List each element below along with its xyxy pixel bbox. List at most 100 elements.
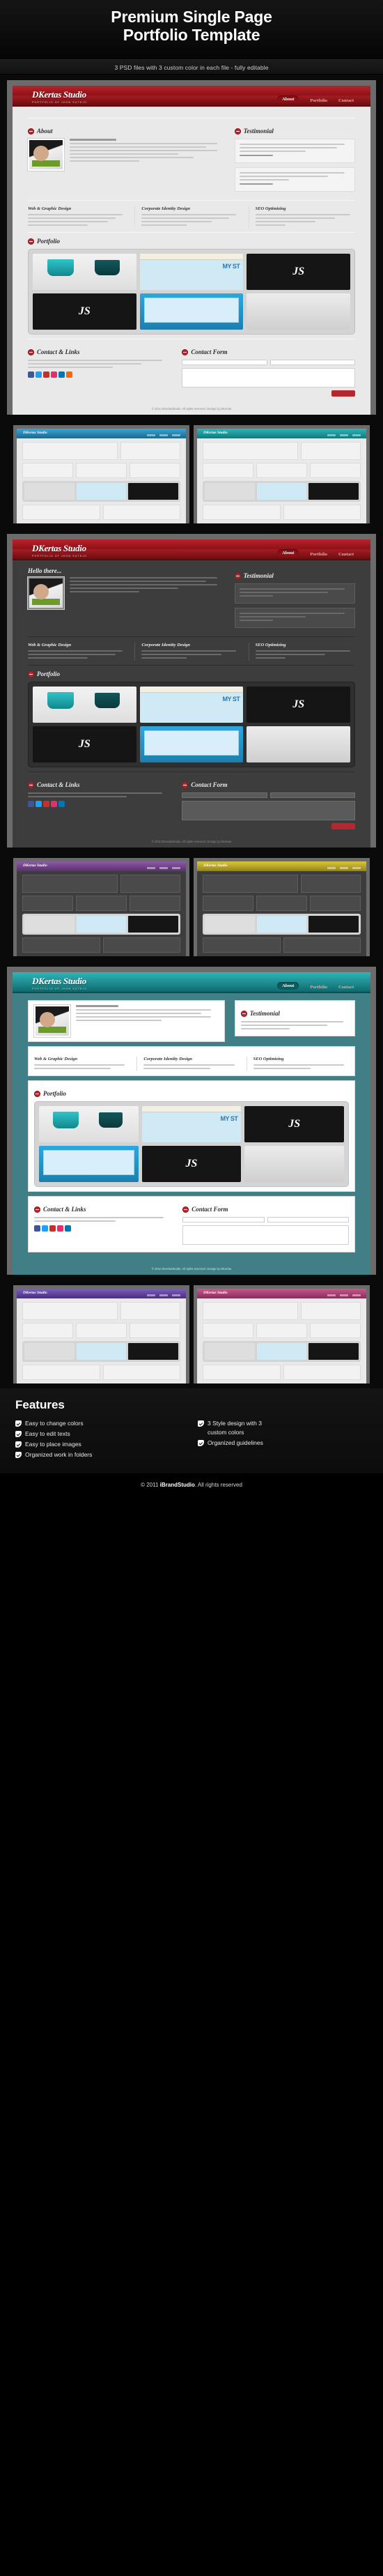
message-field[interactable] <box>182 801 355 820</box>
nav-item-about[interactable]: About <box>277 95 299 103</box>
email-field[interactable] <box>267 1217 350 1222</box>
portfolio-thumb-site[interactable]: MY ST <box>139 687 244 723</box>
service-item: SEO Optimizing <box>248 643 355 661</box>
rss-icon[interactable] <box>66 371 72 378</box>
template-footer-note: © 2011 DKertasStudio. All rights reserve… <box>151 1267 232 1271</box>
portfolio-thumb-dark[interactable]: JS <box>141 1146 242 1182</box>
name-field[interactable] <box>182 1217 265 1222</box>
template-canvas: About Testimonial Web & Graphic Design C… <box>13 107 370 402</box>
feature-label: Easy to change colors <box>25 1420 84 1427</box>
facebook-icon[interactable] <box>34 1225 40 1232</box>
youtube-icon[interactable] <box>43 371 49 378</box>
portfolio-thumb-blue[interactable] <box>139 726 244 762</box>
brand-tagline: PORTFOLIO OF JHON SUTEJO <box>32 988 88 990</box>
social-links[interactable] <box>34 1225 170 1232</box>
send-button[interactable] <box>331 823 355 829</box>
portfolio-thumb-site[interactable]: MY ST <box>141 1106 242 1142</box>
portfolio-thumb-cups[interactable] <box>33 687 136 723</box>
nav-item-contact[interactable]: Contact <box>338 552 354 557</box>
variant-card[interactable]: DKertas Studio <box>194 425 370 523</box>
template-page-teal: DKertas Studio PORTFOLIO OF JHON SUTEJO … <box>13 972 370 1275</box>
portfolio-thumb-dark[interactable]: JS <box>33 726 136 762</box>
service-title: SEO Optimizing <box>253 1057 284 1061</box>
twitter-icon[interactable] <box>42 1225 48 1232</box>
nav-item-portfolio[interactable]: Portfolio <box>310 552 327 557</box>
message-field[interactable] <box>182 368 355 388</box>
service-item: SEO Optimizing <box>246 1057 349 1071</box>
twitter-icon[interactable] <box>36 801 42 807</box>
nav-item-about[interactable]: About <box>277 982 299 990</box>
instagram-icon[interactable] <box>51 801 57 807</box>
brand-logo-text: DKertas Studio <box>32 976 86 986</box>
template-nav: About Portfolio Contact <box>277 549 354 557</box>
features-section: Features Easy to change colors Easy to e… <box>0 1388 383 1473</box>
instagram-icon[interactable] <box>57 1225 63 1232</box>
thumb-label: MY ST <box>222 696 240 703</box>
youtube-icon[interactable] <box>49 1225 56 1232</box>
name-field[interactable] <box>182 360 267 365</box>
email-field[interactable] <box>269 360 355 365</box>
services-row: Web & Graphic Design Corporate Identity … <box>34 1057 349 1071</box>
linkedin-icon[interactable] <box>65 1225 71 1232</box>
portfolio-thumb-blue[interactable] <box>39 1146 139 1182</box>
variant-logo: DKertas Studio <box>203 864 228 868</box>
thumb-label: MY ST <box>220 1115 238 1122</box>
check-icon <box>15 1452 22 1458</box>
facebook-icon[interactable] <box>28 801 34 807</box>
feature-label: Organized guidelines <box>208 1439 263 1446</box>
nav-item-contact[interactable]: Contact <box>338 985 354 990</box>
portfolio-slider[interactable]: MY ST JS JS <box>34 1101 349 1187</box>
arrow-circle-icon <box>34 1090 40 1097</box>
portfolio-thumb-blue[interactable] <box>139 293 244 330</box>
email-field[interactable] <box>269 792 355 798</box>
portfolio-slider[interactable]: MY ST JS JS <box>28 682 355 767</box>
portfolio-thumb-cups[interactable] <box>39 1106 139 1142</box>
nav-item-contact[interactable]: Contact <box>338 98 354 103</box>
copyright-prefix: © 2011 <box>141 1482 160 1488</box>
portfolio-thumb-dark[interactable]: JS <box>244 1106 345 1142</box>
message-field[interactable] <box>182 1225 349 1245</box>
main-mockup-light: DKertas Studio PORTFOLIO OF JHON SUTEJO … <box>7 80 376 415</box>
portfolio-slider[interactable]: MY ST JS JS <box>28 249 355 335</box>
instagram-icon[interactable] <box>51 371 57 378</box>
linkedin-icon[interactable] <box>58 801 65 807</box>
twitter-icon[interactable] <box>36 371 42 378</box>
variant-card[interactable]: DKertas Studio <box>13 858 189 956</box>
portfolio-thumb-site[interactable]: MY ST <box>139 254 244 290</box>
service-item: Corporate Identity Design <box>134 206 241 228</box>
social-links[interactable] <box>28 801 169 807</box>
section-heading-contact-form: Contact Form <box>182 348 355 355</box>
copyright-suffix: . All rights reserved <box>194 1482 242 1488</box>
variant-card[interactable]: DKertas Studio <box>13 1285 189 1383</box>
divider <box>28 200 355 201</box>
portfolio-thumb-dark[interactable]: JS <box>247 687 351 723</box>
portfolio-thumb-card[interactable] <box>247 726 351 762</box>
youtube-icon[interactable] <box>43 801 49 807</box>
arrow-circle-icon <box>34 1206 40 1213</box>
brand-tagline: PORTFOLIO OF JHON SUTEJO <box>32 555 88 558</box>
variant-card[interactable]: DKertas Studio <box>194 1285 370 1383</box>
template-footer-note: © 2011 DKertasStudio. All rights reserve… <box>151 840 232 843</box>
send-button[interactable] <box>331 390 355 397</box>
testimonial-card <box>234 167 355 192</box>
portfolio-thumb-card[interactable] <box>247 293 351 330</box>
facebook-icon[interactable] <box>28 371 34 378</box>
nav-item-about[interactable]: About <box>277 549 299 557</box>
linkedin-icon[interactable] <box>58 371 65 378</box>
service-item: Web & Graphic Design <box>34 1057 130 1071</box>
variant-logo: DKertas Studio <box>23 864 47 868</box>
portfolio-thumb-card[interactable] <box>244 1146 345 1182</box>
name-field[interactable] <box>182 792 267 798</box>
social-links[interactable] <box>28 371 169 378</box>
nav-item-portfolio[interactable]: Portfolio <box>310 98 327 103</box>
copyright-bar: © 2011 iBrandStudio. All rights reserved <box>0 1473 383 1499</box>
portfolio-thumb-dark[interactable]: JS <box>247 254 351 290</box>
avatar <box>34 1005 70 1037</box>
testimonial-column: Testimonial <box>234 123 355 196</box>
portfolio-thumb-dark[interactable]: JS <box>33 293 136 330</box>
nav-item-portfolio[interactable]: Portfolio <box>310 985 327 990</box>
variant-card[interactable]: DKertas Studio <box>194 858 370 956</box>
variant-card[interactable]: DKertas Studio <box>13 425 189 523</box>
feature-label: Easy to place images <box>25 1441 81 1448</box>
portfolio-thumb-cups[interactable] <box>33 254 136 290</box>
